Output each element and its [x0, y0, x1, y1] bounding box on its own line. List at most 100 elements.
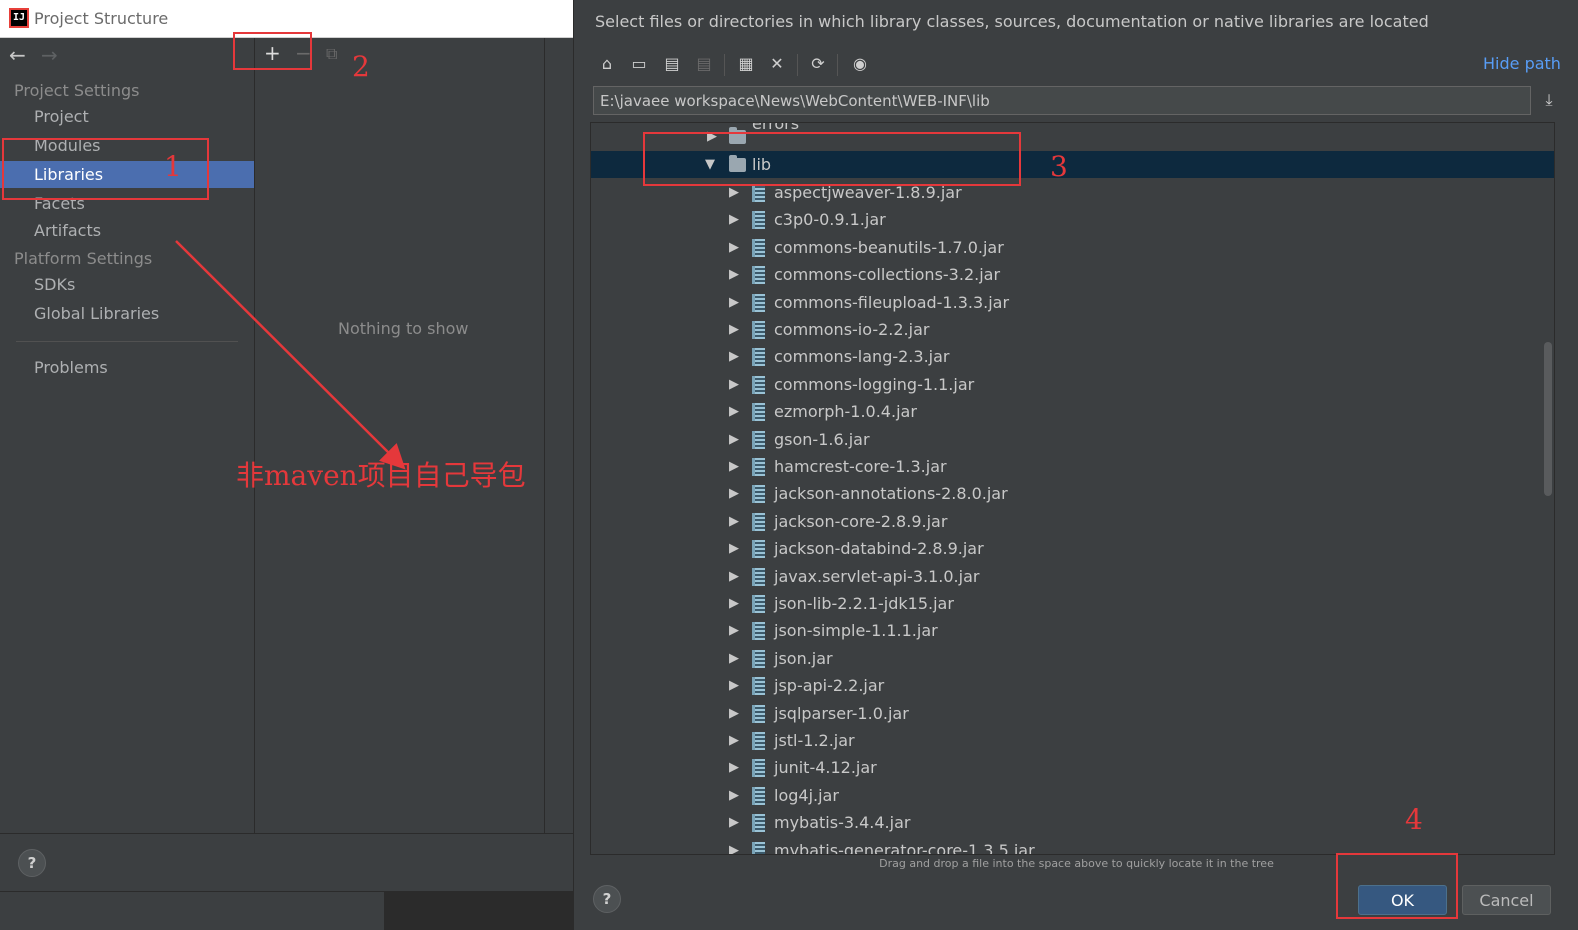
jar-label: json-simple-1.1.1.jar — [774, 621, 938, 641]
annotation-number-1: 1 — [164, 150, 182, 183]
cancel-button[interactable]: Cancel — [1462, 885, 1551, 915]
tree-row-jar[interactable]: ▶ commons-logging-1.1.jar — [591, 371, 1554, 398]
tree-row-jar[interactable]: ▶ gson-1.6.jar — [591, 426, 1554, 453]
file-tree[interactable]: ▶ errors ▼ lib ▶ aspectjweaver-1.8.9.jar ▶… — [590, 122, 1555, 855]
expand-arrow-icon[interactable]: ▶ — [729, 535, 739, 562]
expand-arrow-icon[interactable]: ▶ — [729, 727, 739, 754]
module-folder-icon[interactable]: ▤ — [692, 52, 716, 76]
tree-row-jar[interactable]: ▶ javax.servlet-api-3.1.0.jar — [591, 563, 1554, 590]
jar-icon — [752, 622, 765, 641]
annotation-note: 非maven项目自己导包 — [236, 459, 526, 492]
jar-label: mybatis-generator-core-1.3.5.jar — [774, 840, 1035, 855]
sidebar-item-artifacts[interactable]: Artifacts — [0, 217, 254, 244]
jar-icon — [752, 238, 765, 257]
tree-row-jar[interactable]: ▶ json-lib-2.2.1-jdk15.jar — [591, 590, 1554, 617]
expand-arrow-icon[interactable]: ▶ — [729, 426, 739, 453]
help-button[interactable]: ? — [18, 849, 46, 877]
jar-label: commons-collections-3.2.jar — [774, 265, 1001, 285]
tree-row-jar[interactable]: ▶ commons-collections-3.2.jar — [591, 261, 1554, 288]
bottom-bar: ? — [0, 833, 573, 891]
annotation-number-3: 3 — [1050, 150, 1068, 183]
forward-arrow-icon[interactable]: → — [41, 43, 58, 67]
expand-arrow-icon[interactable]: ▶ — [729, 316, 739, 343]
expand-arrow-icon[interactable]: ▶ — [729, 261, 739, 288]
sidebar-item-sdks[interactable]: SDKs — [0, 271, 254, 298]
jar-icon — [752, 266, 765, 285]
download-icon[interactable]: ⤓ — [1538, 88, 1560, 112]
expand-arrow-icon[interactable]: ▶ — [729, 754, 739, 781]
back-arrow-icon[interactable]: ← — [9, 43, 26, 67]
copy-icon[interactable]: ⧉ — [326, 44, 337, 64]
delete-icon[interactable]: ✕ — [765, 52, 789, 76]
expand-arrow-icon[interactable]: ▶ — [729, 206, 739, 233]
jar-icon — [752, 348, 765, 367]
expand-arrow-icon[interactable]: ▶ — [729, 645, 739, 672]
tree-row-jar[interactable]: ▶ commons-io-2.2.jar — [591, 316, 1554, 343]
sidebar-item-problems[interactable]: Problems — [0, 354, 254, 381]
jar-icon — [752, 211, 765, 230]
tree-row-jar[interactable]: ▶ commons-lang-2.3.jar — [591, 343, 1554, 370]
empty-state-text: Nothing to show — [338, 319, 469, 338]
desktop-icon[interactable]: ▭ — [627, 52, 651, 76]
expand-arrow-icon[interactable]: ▶ — [729, 398, 739, 425]
expand-arrow-icon[interactable]: ▶ — [729, 782, 739, 809]
refresh-icon[interactable]: ⟳ — [806, 52, 830, 76]
sidebar-item-global-libraries[interactable]: Global Libraries — [0, 300, 254, 327]
tree-row-jar[interactable]: ▶ commons-beanutils-1.7.0.jar — [591, 234, 1554, 261]
status-bar — [0, 891, 573, 930]
hide-path-link[interactable]: Hide path — [1483, 54, 1561, 73]
jar-icon — [752, 403, 765, 422]
jar-label: gson-1.6.jar — [774, 429, 870, 449]
tree-row-jar[interactable]: ▶ jackson-core-2.8.9.jar — [591, 508, 1554, 535]
expand-arrow-icon[interactable]: ▶ — [729, 508, 739, 535]
expand-arrow-icon[interactable]: ▶ — [729, 371, 739, 398]
expand-arrow-icon[interactable]: ▶ — [729, 563, 739, 590]
tree-row-jar[interactable]: ▶ json-simple-1.1.1.jar — [591, 617, 1554, 644]
tree-row-jar[interactable]: ▶ commons-fileupload-1.3.3.jar — [591, 289, 1554, 316]
expand-arrow-icon[interactable]: ▶ — [729, 453, 739, 480]
help-button[interactable]: ? — [593, 885, 621, 913]
jar-icon — [752, 321, 765, 339]
expand-arrow-icon[interactable]: ▶ — [729, 617, 739, 644]
toolbar-separator — [797, 54, 798, 76]
tree-row-jar[interactable]: ▶ jackson-annotations-2.8.0.jar — [591, 480, 1554, 507]
home-icon[interactable]: ⌂ — [595, 52, 619, 76]
jar-label: jstl-1.2.jar — [774, 731, 855, 750]
jar-label: mybatis-3.4.4.jar — [774, 813, 911, 833]
expand-arrow-icon[interactable]: ▶ — [729, 700, 739, 727]
tree-row-jar[interactable]: ▶ json.jar — [591, 645, 1554, 672]
annotation-box-4 — [1336, 853, 1458, 919]
jar-icon — [752, 375, 765, 394]
expand-arrow-icon[interactable]: ▶ — [729, 480, 739, 507]
new-folder-icon[interactable]: ▦ — [734, 52, 758, 76]
tree-row-jar[interactable]: ▶ jsqlparser-1.0.jar — [591, 700, 1554, 727]
tree-row-jar[interactable]: ▶ jackson-databind-2.8.9.jar — [591, 535, 1554, 562]
path-input[interactable] — [593, 86, 1531, 115]
tree-scrollbar[interactable] — [1544, 342, 1552, 496]
window-title: Project Structure — [34, 9, 169, 28]
expand-arrow-icon[interactable]: ▶ — [729, 343, 739, 370]
project-folder-icon[interactable]: ▤ — [660, 52, 684, 76]
expand-arrow-icon[interactable]: ▶ — [729, 590, 739, 617]
tree-row-jar[interactable]: ▶ ezmorph-1.0.4.jar — [591, 398, 1554, 425]
platform-settings-header: Platform Settings — [14, 249, 153, 268]
jar-label: javax.servlet-api-3.1.0.jar — [774, 566, 980, 586]
tree-row-jar[interactable]: ▶ hamcrest-core-1.3.jar — [591, 453, 1554, 480]
tree-row-jar[interactable]: ▶ junit-4.12.jar — [591, 754, 1554, 781]
jar-icon — [752, 293, 765, 312]
expand-arrow-icon[interactable]: ▶ — [729, 837, 739, 854]
jar-label: jackson-annotations-2.8.0.jar — [774, 484, 1008, 504]
jar-label: log4j.jar — [774, 785, 839, 805]
jar-label: jsqlparser-1.0.jar — [774, 703, 909, 723]
expand-arrow-icon[interactable]: ▶ — [729, 809, 739, 836]
expand-arrow-icon[interactable]: ▶ — [729, 289, 739, 316]
expand-arrow-icon[interactable]: ▶ — [729, 672, 739, 699]
tree-row-jar[interactable]: ▶ c3p0-0.9.1.jar — [591, 206, 1554, 233]
expand-arrow-icon[interactable]: ▶ — [729, 234, 739, 261]
jar-icon — [752, 485, 765, 504]
show-hidden-icon[interactable]: ◉ — [848, 52, 872, 76]
jar-icon — [752, 841, 765, 854]
tree-row-jar[interactable]: ▶ jsp-api-2.2.jar — [591, 672, 1554, 699]
tree-row-jar[interactable]: ▶ jstl-1.2.jar — [591, 727, 1554, 754]
sidebar-item-project[interactable]: Project — [0, 103, 254, 130]
